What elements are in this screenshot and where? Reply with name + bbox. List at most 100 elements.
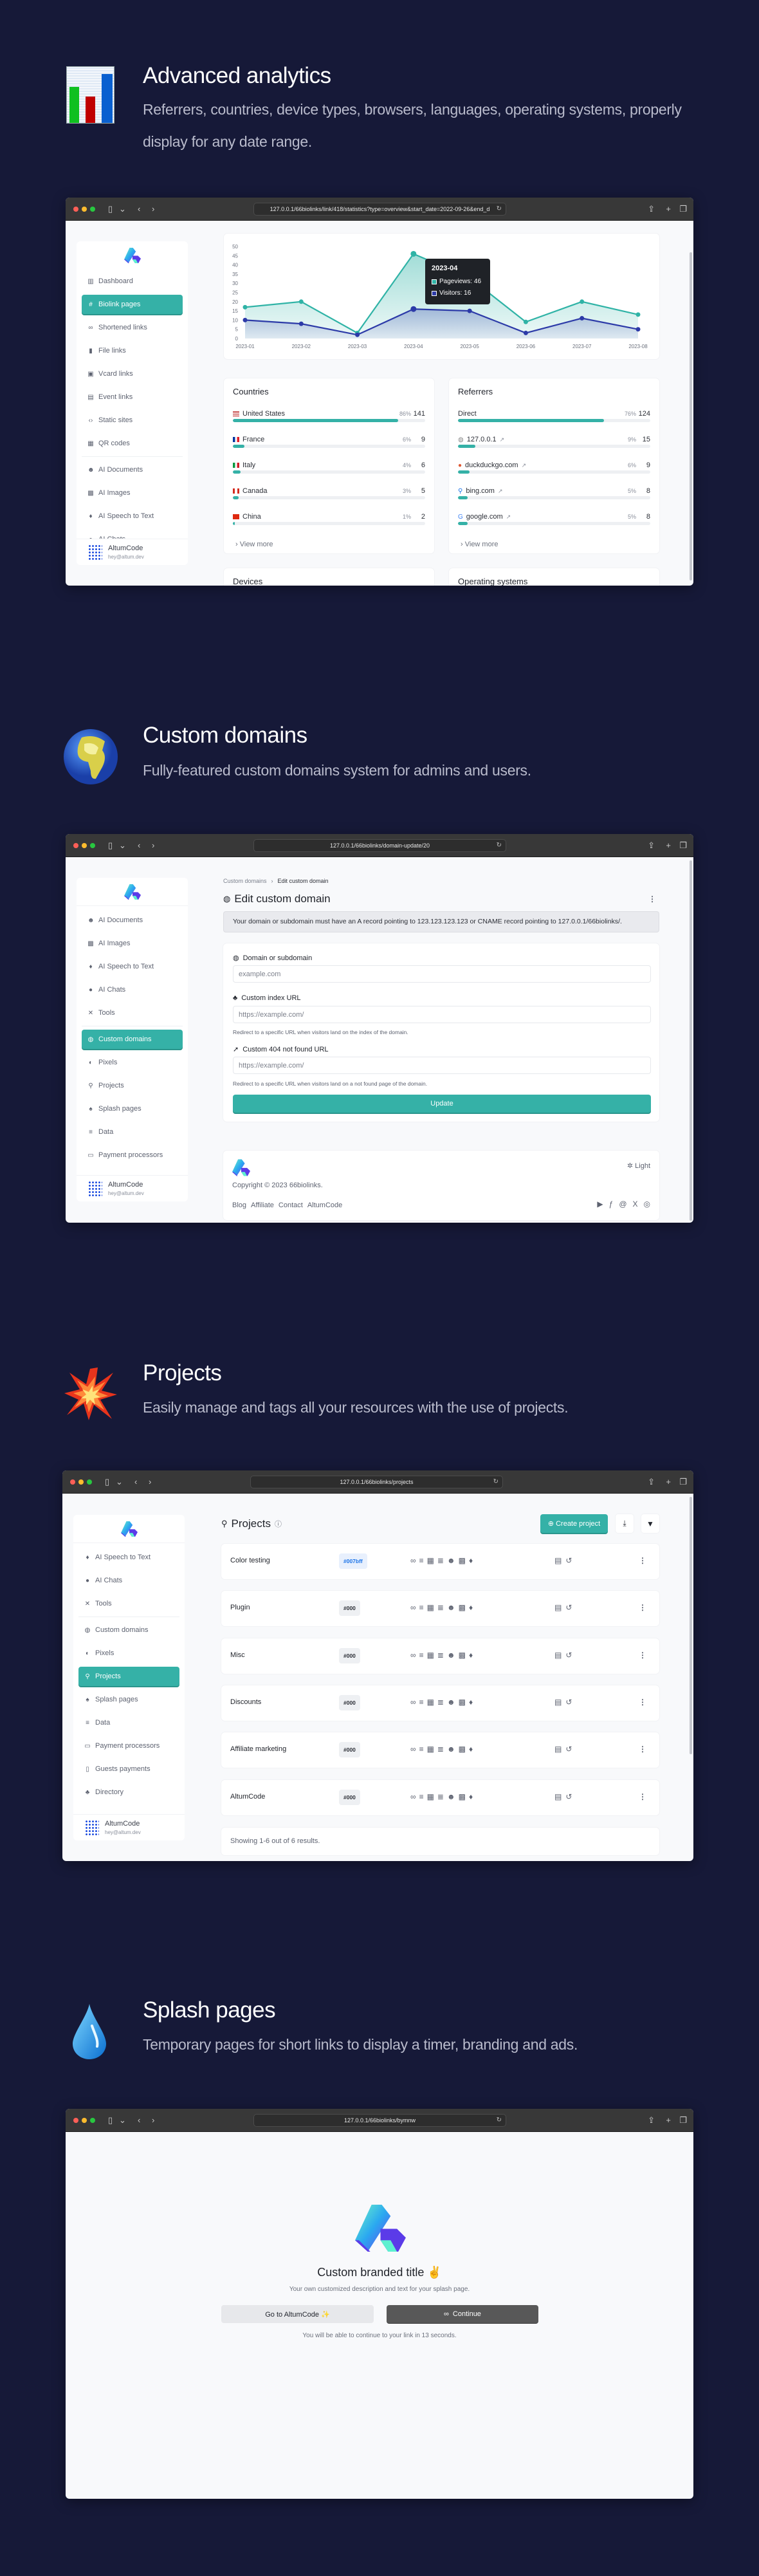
sidebar-item-ai-images[interactable]: ▩ AI Images xyxy=(77,481,188,505)
more-options-icon[interactable]: ⋮ xyxy=(639,1792,646,1801)
external-link-icon[interactable]: ↗ xyxy=(522,462,527,469)
project-name[interactable]: Discounts xyxy=(230,1698,261,1706)
external-link-icon[interactable]: ↗ xyxy=(506,514,511,521)
robot-icon[interactable]: ☻ xyxy=(447,1556,455,1565)
sidebar-item-guests-payments[interactable]: ▯ Guests payments xyxy=(73,1757,185,1781)
forward-icon[interactable]: › xyxy=(149,1476,151,1488)
sidebar-item-file-links[interactable]: ▮ File links xyxy=(77,339,188,362)
sidebar-item-ai-speech-to-text[interactable]: ♦ AI Speech to Text xyxy=(77,505,188,528)
user-menu[interactable]: AltumCode hey@altum.dev xyxy=(77,1175,188,1201)
reload-icon[interactable]: ↻ xyxy=(497,203,502,215)
database-icon[interactable]: ≡ xyxy=(419,1698,424,1707)
create-project-button[interactable]: ⊕ Create project xyxy=(540,1514,608,1533)
share-icon[interactable]: ⇪ xyxy=(648,1476,655,1488)
database-icon[interactable]: ≡ xyxy=(419,1745,424,1754)
link-icon[interactable]: ∞ xyxy=(410,1651,416,1660)
close-window-button[interactable] xyxy=(70,1479,75,1485)
database-icon[interactable]: ≡ xyxy=(419,1792,424,1801)
robot-icon[interactable]: ☻ xyxy=(447,1651,455,1660)
link-icon[interactable]: ∞ xyxy=(410,1556,416,1565)
minimize-window-button[interactable] xyxy=(82,2118,87,2123)
database-icon[interactable]: ≡ xyxy=(419,1603,424,1612)
sidebar-item-ai-chats[interactable]: ● AI Chats xyxy=(73,1569,185,1592)
chevron-down-icon[interactable]: ⌄ xyxy=(119,840,126,851)
mic-icon[interactable]: ♦ xyxy=(469,1745,473,1754)
project-name[interactable]: Color testing xyxy=(230,1557,270,1564)
qr-icon[interactable]: ▦ xyxy=(427,1698,434,1707)
forward-icon[interactable]: › xyxy=(152,203,154,215)
image-icon[interactable]: ▩ xyxy=(459,1556,466,1565)
x-icon[interactable]: X xyxy=(633,1200,638,1209)
go-to-altumcode-button[interactable]: Go to AltumCode ✨ xyxy=(221,2305,374,2323)
chevron-down-icon[interactable]: ⌄ xyxy=(119,203,126,215)
referrers-row[interactable]: ⚲ bing.com ↗ 5% 8 xyxy=(458,487,650,505)
logo[interactable] xyxy=(77,241,188,270)
sidebar-toggle-icon[interactable]: ▯ xyxy=(108,840,113,851)
footer-link-contact[interactable]: Contact xyxy=(279,1201,303,1209)
sidebar-item-pixels[interactable]: ◐ Pixels xyxy=(77,1051,188,1074)
sidebar-item-biolink-pages[interactable]: # Biolink pages xyxy=(77,293,188,316)
footer-link-affiliate[interactable]: Affiliate xyxy=(251,1201,274,1209)
scrollbar[interactable] xyxy=(690,252,692,580)
more-options-icon[interactable]: ⋮ xyxy=(639,1698,646,1707)
chevron-down-icon[interactable]: ⌄ xyxy=(119,2115,126,2126)
layers-icon[interactable]: ≣ xyxy=(437,1745,444,1754)
footer-link-altumcode[interactable]: AltumCode xyxy=(307,1201,342,1209)
sidebar-item-ai-images[interactable]: ▩ AI Images xyxy=(77,932,188,955)
domain-input[interactable]: example.com xyxy=(233,965,651,983)
view-more-link[interactable]: › View more xyxy=(461,541,498,548)
sidebar-item-ai-documents[interactable]: ☻ AI Documents xyxy=(77,458,188,481)
sidebar-item-qr-codes[interactable]: ▦ QR codes xyxy=(77,432,188,455)
scrollbar[interactable] xyxy=(690,1497,692,1754)
referrers-row[interactable]: Ggoogle.com ↗ 5% 8 xyxy=(458,513,650,531)
minimize-window-button[interactable] xyxy=(82,207,87,212)
robot-icon[interactable]: ☻ xyxy=(447,1698,455,1707)
link-icon[interactable]: ∞ xyxy=(410,1603,416,1612)
sidebar-item-directory[interactable]: ♣ Directory xyxy=(73,1781,185,1804)
new-tab-icon[interactable]: + xyxy=(666,2115,671,2126)
back-icon[interactable]: ‹ xyxy=(138,203,140,215)
sidebar-item-data[interactable]: ≡ Data xyxy=(73,1711,185,1734)
new-tab-icon[interactable]: + xyxy=(666,203,671,215)
sidebar-item-ai-chats[interactable]: ● AI Chats xyxy=(77,978,188,1001)
countries-row[interactable]: United States 86% 141 xyxy=(233,410,425,428)
custom-404-url-input[interactable]: https://example.com/ xyxy=(233,1057,651,1074)
address-bar[interactable]: 127.0.0.1/66biolinks/projects ↻ xyxy=(250,1476,503,1488)
back-icon[interactable]: ‹ xyxy=(138,2115,140,2126)
new-tab-icon[interactable]: + xyxy=(666,1476,671,1488)
youtube-icon[interactable]: ▶ xyxy=(597,1200,603,1209)
link-icon[interactable]: ∞ xyxy=(410,1698,416,1707)
image-icon[interactable]: ▩ xyxy=(459,1698,466,1707)
user-menu[interactable]: AltumCode hey@altum.dev xyxy=(77,539,188,565)
sidebar-item-tools[interactable]: ✕ Tools xyxy=(77,1001,188,1024)
instagram-icon[interactable]: ◎ xyxy=(644,1200,650,1209)
share-icon[interactable]: ⇪ xyxy=(648,203,655,215)
more-options-icon[interactable]: ⋮ xyxy=(639,1556,646,1565)
external-link-icon[interactable]: ↗ xyxy=(498,488,503,495)
more-options-icon[interactable]: ⋮ xyxy=(639,1603,646,1612)
minimize-window-button[interactable] xyxy=(82,843,87,848)
qr-icon[interactable]: ▦ xyxy=(427,1792,434,1801)
back-icon[interactable]: ‹ xyxy=(138,840,140,851)
close-window-button[interactable] xyxy=(73,2118,78,2123)
sidebar-item-dashboard[interactable]: ▥ Dashboard xyxy=(77,270,188,293)
mic-icon[interactable]: ♦ xyxy=(469,1651,473,1660)
facebook-icon[interactable]: ƒ xyxy=(609,1200,614,1209)
close-window-button[interactable] xyxy=(73,843,78,848)
image-icon[interactable]: ▩ xyxy=(459,1603,466,1612)
update-button[interactable]: Update xyxy=(233,1095,651,1113)
robot-icon[interactable]: ☻ xyxy=(447,1745,455,1754)
link-icon[interactable]: ∞ xyxy=(410,1792,416,1801)
view-more-link[interactable]: › View more xyxy=(235,541,273,548)
sidebar-item-ai-speech-to-text[interactable]: ♦ AI Speech to Text xyxy=(77,955,188,978)
forward-icon[interactable]: › xyxy=(152,2115,154,2126)
countries-row[interactable]: China 1% 2 xyxy=(233,513,425,531)
sidebar-item-projects[interactable]: ⚲ Projects xyxy=(77,1074,188,1097)
user-menu[interactable]: AltumCode hey@altum.dev xyxy=(73,1814,185,1840)
mic-icon[interactable]: ♦ xyxy=(469,1792,473,1801)
more-options-icon[interactable]: ⋮ xyxy=(639,1745,646,1754)
sidebar-toggle-icon[interactable]: ▯ xyxy=(108,2115,113,2126)
address-bar[interactable]: 127.0.0.1/66biolinks/link/418/statistics… xyxy=(253,203,506,216)
countries-row[interactable]: Italy 4% 6 xyxy=(233,461,425,479)
tabs-icon[interactable]: ❐ xyxy=(679,2115,687,2126)
